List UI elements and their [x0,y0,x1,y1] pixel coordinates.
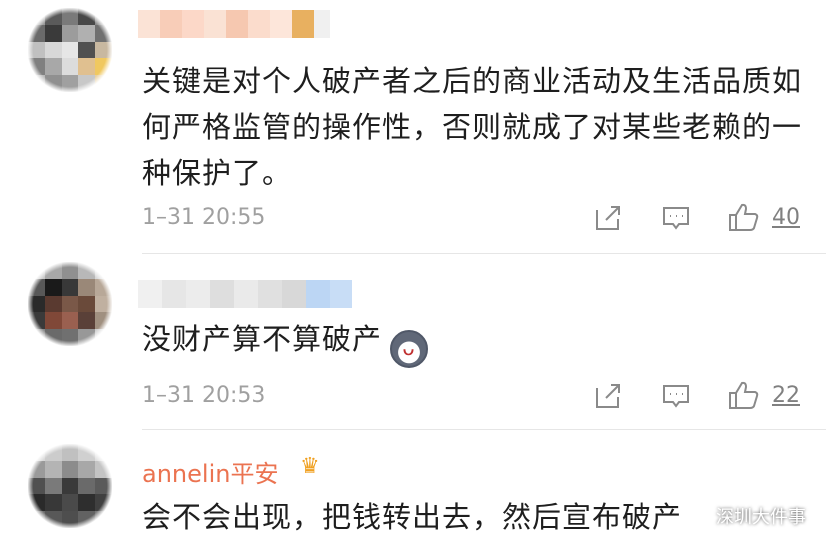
comment-item: 关键是对个人破产者之后的商业活动及生活品质如何严格监管的操作性，否则就成了对某些… [0,0,826,240]
username-blurred[interactable] [138,280,352,308]
watermark-text: 深圳大件事 [716,507,806,528]
username[interactable]: annelin平安 [142,454,278,489]
share-icon[interactable] [594,204,622,232]
username-blurred[interactable] [138,10,330,38]
comment-meta: 1–31 20:55 40 [0,198,826,238]
comment-time: 1–31 20:53 [142,383,266,408]
comment-item: 没财产算不算破产 ᴗ 1–31 20:53 22 [0,254,826,424]
comment-meta: 1–31 20:53 22 [0,376,826,416]
comment-icon[interactable] [662,204,690,232]
like-icon[interactable] [728,202,760,232]
like-count[interactable]: 40 [772,198,800,238]
like-icon[interactable] [728,380,760,410]
comment-text: 没财产算不算破产 ᴗ [142,316,802,368]
share-icon[interactable] [594,382,622,410]
comment-text-content: 没财产算不算破产 [142,322,383,356]
like-count[interactable]: 22 [772,376,800,416]
dog-emoji-icon: ᴗ [390,330,429,368]
watermark: 深圳大件事 [680,500,806,532]
avatar[interactable] [28,444,112,528]
wechat-logo-icon [681,505,707,526]
avatar[interactable] [28,8,112,92]
comment-icon[interactable] [662,382,690,410]
comment-text: 关键是对个人破产者之后的商业活动及生活品质如何严格监管的操作性，否则就成了对某些… [142,64,803,190]
comment-time: 1–31 20:55 [142,205,266,230]
comment-item: annelin平安 ♛ 会不会出现，把钱转出去，然后宣布破产 [0,430,826,551]
avatar[interactable] [28,262,112,346]
crown-badge-icon: ♛ [300,454,320,479]
